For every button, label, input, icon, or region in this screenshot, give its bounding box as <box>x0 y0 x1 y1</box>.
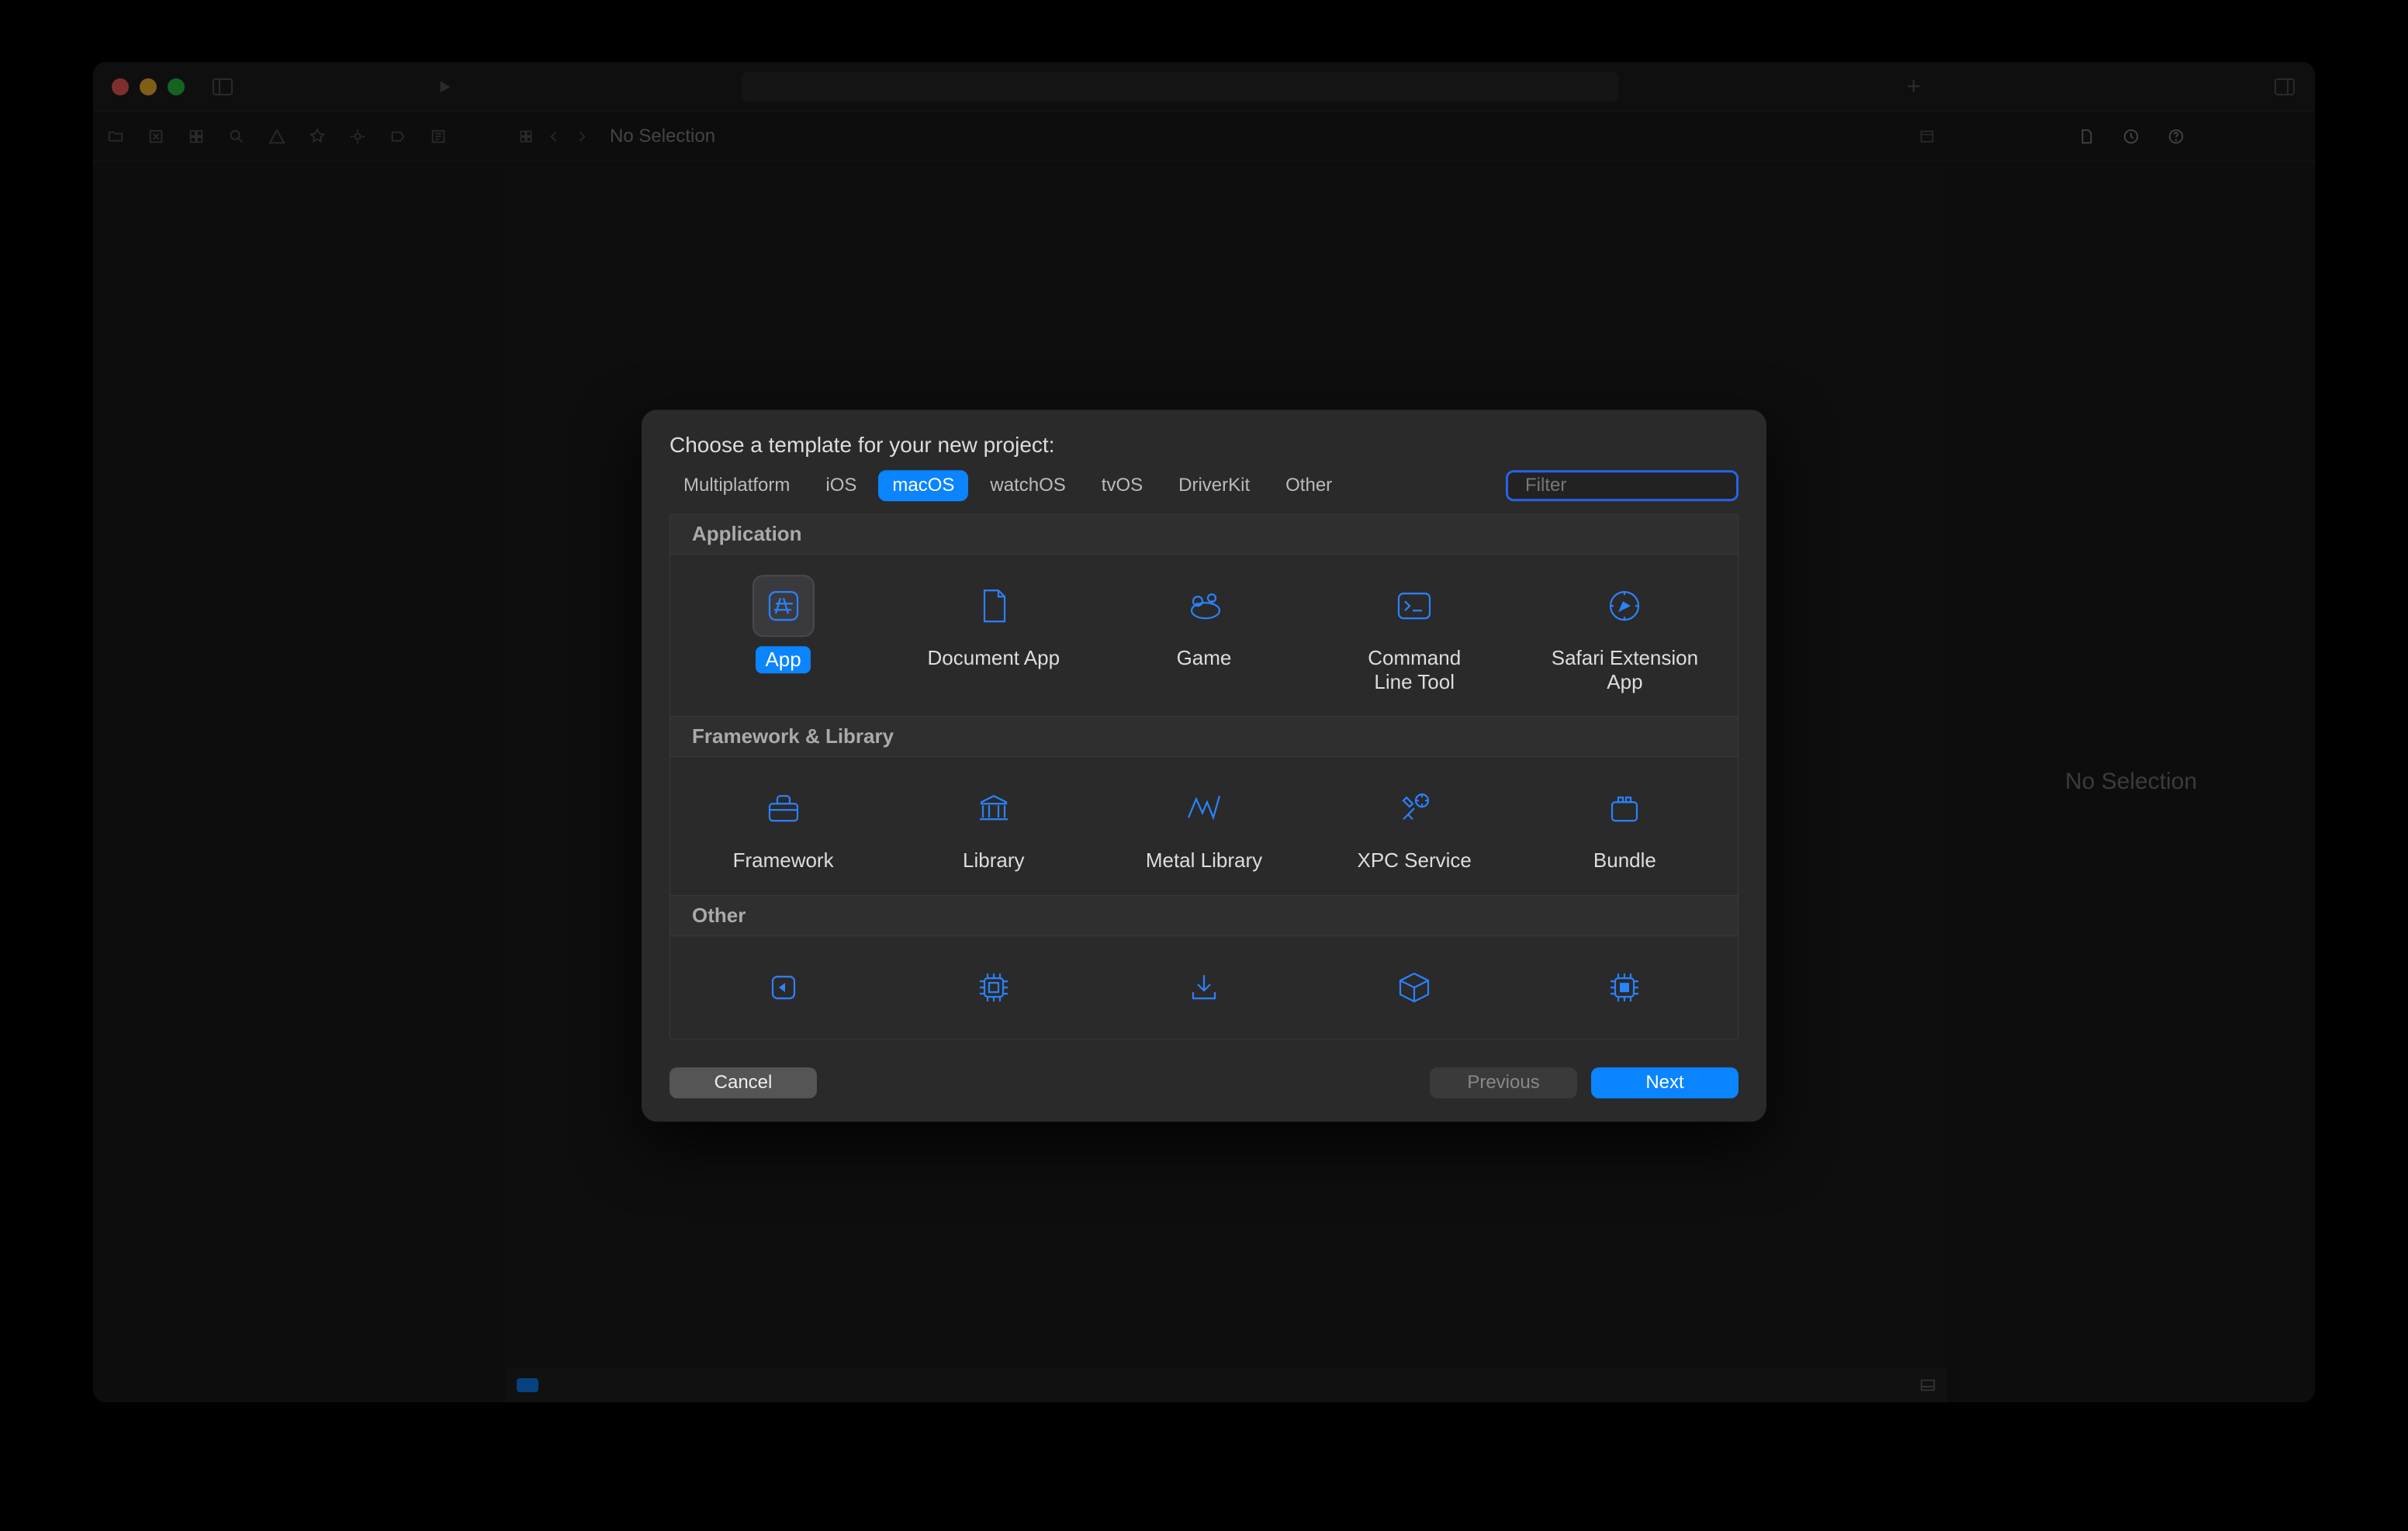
platform-tab-watchos[interactable]: watchOS <box>976 470 1079 501</box>
template-item[interactable] <box>678 952 888 1023</box>
tools-icon <box>1385 779 1444 838</box>
chip2-icon <box>1595 958 1654 1017</box>
metal-icon <box>1175 779 1233 838</box>
template-item[interactable] <box>1098 952 1309 1023</box>
new-project-sheet: Choose a template for your new project: … <box>642 410 1766 1121</box>
terminal-icon <box>1385 576 1444 635</box>
toolbox-icon <box>754 779 813 838</box>
filter-input[interactable] <box>1524 474 1767 497</box>
launch-icon <box>754 958 813 1017</box>
bundle-icon <box>1595 779 1654 838</box>
section-header: Framework & Library <box>670 717 1738 757</box>
document-icon <box>964 576 1023 635</box>
section-header: Application <box>670 514 1738 554</box>
next-button[interactable]: Next <box>1591 1067 1739 1098</box>
platform-tab-tvos[interactable]: tvOS <box>1088 470 1157 501</box>
template-item[interactable]: Bundle <box>1520 773 1730 880</box>
filter-field[interactable] <box>1506 470 1739 501</box>
template-item[interactable] <box>1310 952 1520 1023</box>
platform-row: MultiplatformiOS macOS watchOS tvOSDriverKi… <box>669 470 1739 501</box>
cancel-button[interactable]: Cancel <box>669 1067 817 1098</box>
template-label: App <box>756 646 810 673</box>
template-label: Framework <box>733 849 834 873</box>
sheet-buttons: Cancel Previous Next <box>669 1067 1739 1098</box>
platform-tab-other[interactable]: Other <box>1271 470 1346 501</box>
platform-tab-multiplatform[interactable]: Multiplatform <box>669 470 804 501</box>
package-icon <box>1385 958 1444 1017</box>
template-label: Game <box>1177 646 1232 670</box>
template-label: Metal Library <box>1146 849 1262 873</box>
template-label: XPC Service <box>1358 849 1472 873</box>
platform-tab-driverkit[interactable]: DriverKit <box>1164 470 1264 501</box>
template-item[interactable] <box>1520 952 1730 1023</box>
template-item[interactable]: App <box>678 570 888 700</box>
template-item[interactable] <box>888 952 1098 1023</box>
section-body: Framework Library Metal Library XPC Service… <box>670 757 1738 895</box>
template-label: Document App <box>928 646 1060 670</box>
template-item[interactable]: Framework <box>678 773 888 880</box>
platform-tab-ios[interactable]: iOS <box>811 470 870 501</box>
previous-button: Previous <box>1430 1067 1577 1098</box>
game-icon <box>1175 576 1233 635</box>
template-item[interactable]: Safari Extension App <box>1520 570 1730 700</box>
template-item[interactable]: Command Line Tool <box>1310 570 1520 700</box>
template-item[interactable]: XPC Service <box>1310 773 1520 880</box>
template-label: Command Line Tool <box>1368 646 1461 694</box>
template-item[interactable]: Document App <box>888 570 1098 700</box>
template-sections: Application App Document App Game Command Li… <box>669 513 1739 1039</box>
chip-icon <box>964 958 1023 1017</box>
template-label: Safari Extension App <box>1552 646 1698 694</box>
platform-tab-macos[interactable]: macOS <box>878 470 968 501</box>
app-icon <box>754 576 813 635</box>
platform-tabs: MultiplatformiOS macOS watchOS tvOSDriverKi… <box>669 470 1503 501</box>
template-label: Library <box>963 849 1024 873</box>
template-item[interactable]: Metal Library <box>1098 773 1309 880</box>
template-item[interactable]: Library <box>888 773 1098 880</box>
section-body: App Document App Game Command Line Tool Safa… <box>670 554 1738 716</box>
section-body <box>670 935 1738 1039</box>
compass-icon <box>1595 576 1654 635</box>
sheet-title: Choose a template for your new project: <box>669 433 1739 458</box>
library-icon <box>964 779 1023 838</box>
template-item[interactable]: Game <box>1098 570 1309 700</box>
download-icon <box>1175 958 1233 1017</box>
template-label: Bundle <box>1593 849 1656 873</box>
section-header: Other <box>670 895 1738 935</box>
